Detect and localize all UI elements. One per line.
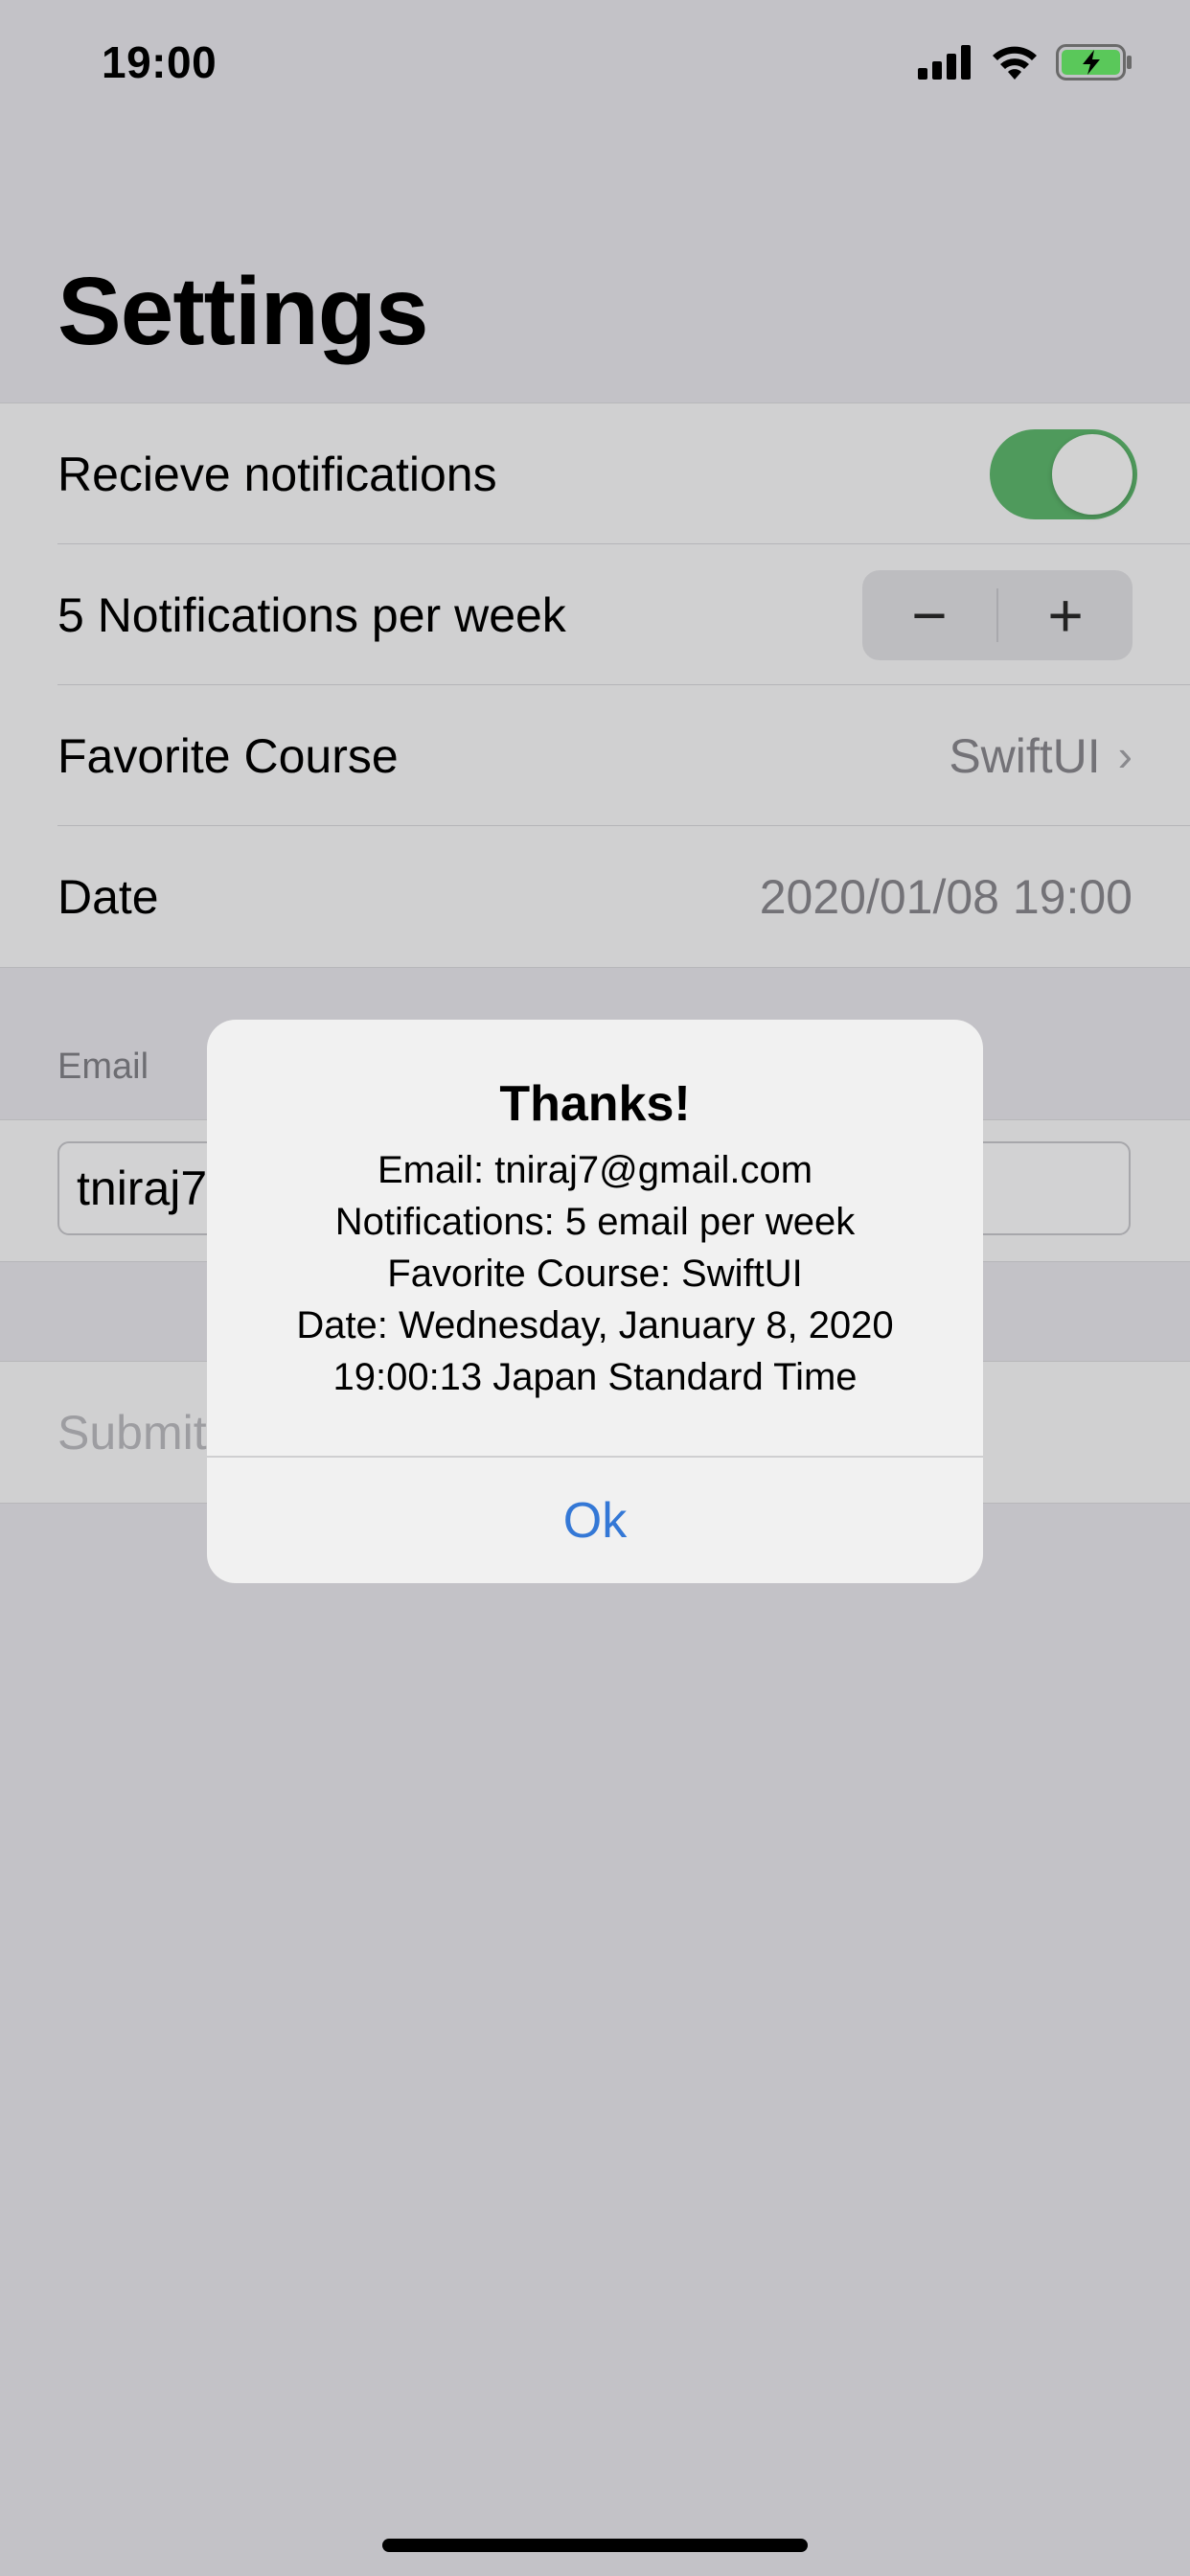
wifi-icon bbox=[993, 46, 1037, 80]
cellular-signal-icon bbox=[918, 45, 971, 80]
email-section-header: Email bbox=[57, 1046, 149, 1087]
frequency-stepper: − + bbox=[862, 570, 1133, 660]
alert-dialog: Thanks! Email: tniraj7@gmail.com Notific… bbox=[207, 1020, 983, 1583]
status-time: 19:00 bbox=[102, 37, 217, 87]
submit-button[interactable]: Submit bbox=[57, 1405, 207, 1460]
alert-course-line: Favorite Course: SwiftUI bbox=[387, 1253, 803, 1295]
settings-group: Recieve notifications 5 Notifications pe… bbox=[0, 402, 1190, 968]
favorite-course-label: Favorite Course bbox=[57, 728, 399, 783]
increment-button[interactable]: + bbox=[998, 570, 1133, 660]
status-icons bbox=[918, 42, 1133, 82]
notifications-row: Recieve notifications bbox=[0, 403, 1190, 544]
chevron-right-icon: › bbox=[1117, 729, 1133, 780]
alert-date-line: Date: Wednesday, January 8, 2020 bbox=[296, 1304, 894, 1346]
favorite-course-row[interactable]: Favorite Course SwiftUI › bbox=[0, 685, 1190, 826]
alert-time-line: 19:00:13 Japan Standard Time bbox=[332, 1356, 858, 1398]
toggle-knob bbox=[1052, 434, 1133, 515]
favorite-course-value-wrap: SwiftUI › bbox=[949, 728, 1133, 784]
status-bar: 19:00 bbox=[0, 0, 1190, 134]
ok-button[interactable]: Ok bbox=[207, 1458, 983, 1583]
notifications-label: Recieve notifications bbox=[57, 447, 497, 501]
date-value: 2020/01/08 19:00 bbox=[759, 869, 1133, 924]
favorite-course-value: SwiftUI bbox=[949, 728, 1101, 783]
date-row[interactable]: Date 2020/01/08 19:00 bbox=[0, 826, 1190, 967]
home-indicator[interactable] bbox=[382, 2539, 808, 2552]
frequency-row: 5 Notifications per week − + bbox=[0, 544, 1190, 685]
alert-title: Thanks! bbox=[499, 1076, 691, 1132]
alert-email-line: Email: tniraj7@gmail.com bbox=[377, 1149, 813, 1191]
frequency-label: 5 Notifications per week bbox=[57, 587, 566, 642]
alert-message: Email: tniraj7@gmail.com Notifications: … bbox=[207, 1144, 983, 1403]
page-title: Settings bbox=[57, 258, 428, 365]
decrement-button[interactable]: − bbox=[862, 570, 996, 660]
battery-charging-icon bbox=[1056, 44, 1132, 80]
date-label: Date bbox=[57, 869, 159, 924]
notifications-toggle[interactable] bbox=[990, 429, 1137, 519]
alert-notifications-line: Notifications: 5 email per week bbox=[334, 1201, 856, 1243]
